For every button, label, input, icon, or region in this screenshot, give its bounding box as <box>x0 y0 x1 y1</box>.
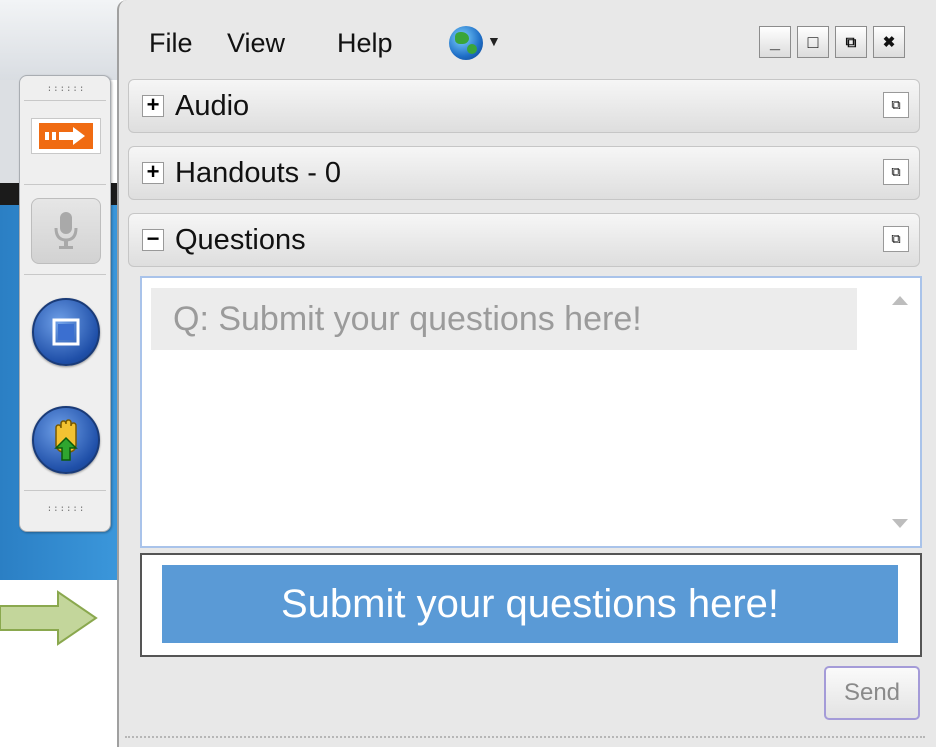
send-button[interactable]: Send <box>824 666 920 720</box>
toolbar-divider <box>24 274 106 275</box>
question-item: Q: Submit your questions here! <box>151 288 857 350</box>
menu-bar: File View Help ▼ _ □ ⧉ ✖ <box>119 0 936 78</box>
chevron-down-icon[interactable]: ▼ <box>487 33 501 49</box>
green-arrow-annotation <box>0 590 98 646</box>
expand-icon[interactable]: + <box>142 94 164 117</box>
section-title: Audio <box>175 90 250 122</box>
menu-help[interactable]: Help <box>337 28 393 59</box>
expand-icon[interactable]: + <box>142 161 164 184</box>
section-questions[interactable]: − Questions ⧉ <box>128 213 920 267</box>
collapse-panel-button[interactable] <box>31 118 101 154</box>
section-title: Handouts - 0 <box>175 157 342 189</box>
question-text: Q: Submit your questions here! <box>173 300 642 338</box>
scroll-up-icon[interactable] <box>892 296 908 305</box>
globe-icon[interactable] <box>449 26 483 60</box>
screen-share-button[interactable] <box>32 298 100 366</box>
close-button[interactable]: ✖ <box>873 26 905 58</box>
popout-icon[interactable]: ⧉ <box>883 159 909 185</box>
scrollbar[interactable] <box>884 278 920 546</box>
menu-view[interactable]: View <box>227 28 285 59</box>
toolbar-grip-bottom[interactable]: :::::: <box>40 502 92 516</box>
questions-log[interactable]: Q: Submit your questions here! <box>140 276 922 548</box>
minimize-button[interactable]: _ <box>759 26 791 58</box>
toolbar-divider <box>24 490 106 491</box>
arrow-right-icon <box>39 123 93 149</box>
menu-file[interactable]: File <box>149 28 193 59</box>
popout-icon[interactable]: ⧉ <box>883 226 909 252</box>
scroll-down-icon[interactable] <box>892 519 908 528</box>
toolbar-divider <box>24 100 106 101</box>
section-title: Questions <box>175 224 306 256</box>
microphone-button[interactable] <box>31 198 101 264</box>
floating-toolbar: :::::: :::::: <box>19 75 111 532</box>
raise-hand-button[interactable] <box>32 406 100 474</box>
raise-hand-icon <box>54 419 78 461</box>
toolbar-divider <box>24 184 106 185</box>
popout-icon[interactable]: ⧉ <box>883 92 909 118</box>
screen-square-icon <box>52 318 80 346</box>
background-top <box>0 0 120 80</box>
question-input[interactable]: Submit your questions here! <box>140 553 922 657</box>
question-input-highlight: Submit your questions here! <box>162 565 898 643</box>
control-panel: File View Help ▼ _ □ ⧉ ✖ + Audio ⧉ + Han… <box>117 0 936 747</box>
section-handouts[interactable]: + Handouts - 0 ⧉ <box>128 146 920 200</box>
question-input-text: Submit your questions here! <box>280 581 780 626</box>
restore-button[interactable]: ⧉ <box>835 26 867 58</box>
microphone-icon <box>54 212 78 249</box>
maximize-button[interactable]: □ <box>797 26 829 58</box>
resize-grip[interactable] <box>125 736 925 740</box>
collapse-icon[interactable]: − <box>142 228 164 251</box>
toolbar-grip-top[interactable]: :::::: <box>40 82 92 96</box>
section-audio[interactable]: + Audio ⧉ <box>128 79 920 133</box>
background-strip <box>0 80 20 200</box>
